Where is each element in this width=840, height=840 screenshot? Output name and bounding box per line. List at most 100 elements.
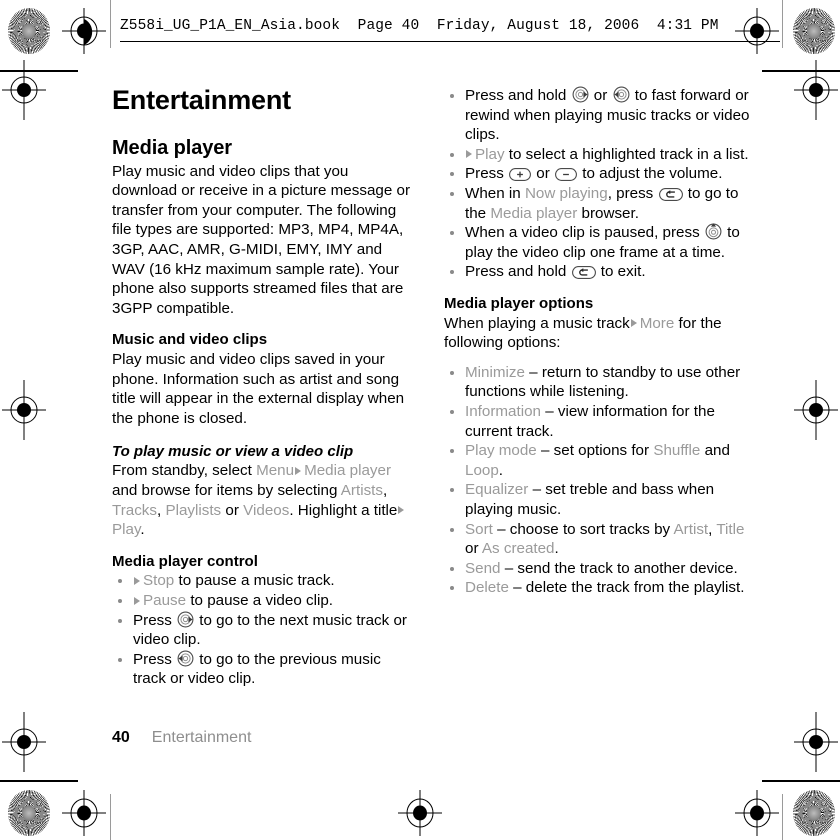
ui-term-sort: Sort	[465, 520, 493, 538]
list-item: Delete – delete the track from the playl…	[444, 578, 750, 598]
to-play-text-3: . Highlight a title	[289, 501, 398, 519]
navigation-key-up-icon	[705, 223, 722, 240]
to-play-period: .	[140, 521, 145, 539]
list-item: When a video clip is paused, press to pl…	[444, 223, 750, 262]
page-title: Entertainment	[112, 85, 291, 115]
navigation-key-right-icon	[572, 86, 589, 103]
ui-term-menu: Menu	[256, 462, 295, 480]
option-sort-mid: ,	[708, 520, 713, 538]
option-play-mode-tail: .	[498, 461, 504, 479]
control-next-pre: Press	[133, 611, 172, 629]
ui-term-delete: Delete	[465, 579, 509, 597]
menu-separator-icon-2	[398, 505, 405, 514]
list-item: Stop to pause a music track.	[112, 571, 412, 591]
control-frame-pre: When a video clip is paused, press	[465, 224, 700, 242]
ui-term-tracks: Tracks	[112, 501, 157, 519]
navigation-key-left-icon	[177, 650, 194, 667]
option-play-mode-mid: and	[704, 442, 730, 460]
page-footer: 40 Entertainment	[112, 729, 251, 747]
list-item: When in Now playing, press to go to the …	[444, 184, 750, 223]
subheading-media-player-options: Media player options	[444, 294, 594, 312]
control-volume-pre: Press	[465, 165, 504, 183]
list-item: Information – view information for the c…	[444, 402, 750, 441]
control-ff-pre: Press and hold	[465, 87, 567, 104]
ui-term-play: Play	[475, 145, 505, 163]
list-item: Press to go to the previous music track …	[112, 650, 412, 689]
option-send-text: – send the track to another device.	[504, 559, 738, 577]
control-volume-post: to adjust the volume.	[582, 165, 723, 183]
option-sort-mid2: or	[465, 540, 479, 558]
ui-term-media-player-browser: Media player	[490, 204, 578, 222]
options-intro-pre: When playing a music track	[444, 314, 630, 332]
control-exit-post: to exit.	[600, 263, 646, 281]
ui-term-title: Title	[716, 520, 745, 538]
media-player-control-list-continued: Press and hold or to fast forward or rew…	[444, 86, 750, 282]
media-player-options-intro: When playing a music track More for the f…	[444, 314, 750, 353]
ui-term-information: Information	[465, 403, 541, 421]
ui-term-videos: Videos	[243, 501, 290, 519]
control-pause-text: to pause a video clip.	[190, 592, 333, 610]
volume-up-key-icon	[509, 168, 532, 182]
to-play-text-1: From standby, select	[112, 462, 252, 480]
ui-term-shuffle: Shuffle	[653, 442, 701, 460]
option-delete-text: – delete the track from the playlist.	[513, 579, 745, 597]
control-stop-text: to pause a music track.	[178, 572, 335, 590]
ui-term-as-created: As created	[481, 540, 555, 558]
menu-separator-icon	[466, 150, 472, 159]
ui-term-minimize: Minimize	[465, 363, 525, 381]
menu-separator-icon	[295, 466, 302, 475]
ui-term-media-player: Media player	[304, 462, 392, 480]
option-sort-tail: .	[554, 540, 559, 558]
ui-term-artist: Artist	[673, 520, 709, 538]
control-now-mid: , press	[607, 184, 654, 202]
ui-term-play: Play	[112, 521, 141, 539]
ui-term-play-mode: Play mode	[465, 442, 537, 460]
list-item: Sort – choose to sort tracks by Artist, …	[444, 520, 750, 559]
control-ff-mid: or	[593, 87, 608, 104]
control-play-text: to select a highlighted track in a list.	[508, 145, 749, 163]
to-play-or: or	[225, 501, 239, 519]
subheading-media-player-control: Media player control	[112, 552, 258, 570]
page-content: Entertainment Media player Play music an…	[0, 0, 840, 840]
ui-term-send: Send	[465, 559, 501, 577]
list-item: Send – send the track to another device.	[444, 559, 750, 579]
back-key-icon	[571, 266, 596, 280]
control-now-browser-rest: browser.	[581, 204, 639, 222]
list-item: Press or to adjust the volume.	[444, 164, 750, 184]
footer-page-number: 40	[112, 729, 130, 746]
control-volume-mid: or	[536, 165, 550, 183]
list-item: Press to go to the next music track or v…	[112, 611, 412, 650]
subheading-to-play-music: To play music or view a video clip	[112, 442, 354, 460]
ui-term-now-playing: Now playing	[524, 184, 608, 202]
ui-term-playlists: Playlists	[165, 501, 222, 519]
media-player-options-list: Minimize – return to standby to use othe…	[444, 363, 750, 598]
control-next-post: to go to the next music track or video c…	[133, 611, 407, 649]
section-heading-media-player: Media player	[112, 136, 232, 159]
control-exit-pre: Press and hold	[465, 263, 567, 281]
column-left: Entertainment Media player Play music an…	[112, 85, 412, 689]
ui-term-loop: Loop	[465, 461, 499, 479]
option-sort-text: – choose to sort tracks by	[497, 520, 671, 538]
to-play-text-2: and browse for items by selecting	[112, 481, 338, 499]
list-item: Press and hold or to fast forward or rew…	[444, 86, 750, 145]
navigation-key-left-icon	[613, 86, 630, 103]
menu-separator-icon	[134, 576, 140, 585]
ui-term-stop: Stop	[143, 572, 175, 590]
control-now-pre: When in	[465, 184, 521, 202]
volume-down-key-icon	[555, 168, 577, 182]
column-right: Press and hold or to fast forward or rew…	[444, 86, 750, 598]
media-player-control-list: Stop to pause a music track. Pause to pa…	[112, 571, 412, 689]
ui-term-pause: Pause	[143, 592, 187, 610]
music-and-video-clips-body: Play music and video clips saved in your…	[112, 351, 405, 427]
list-item: Press and hold to exit.	[444, 262, 750, 282]
to-play-music-body: From standby, select Menu Media player an…	[112, 461, 412, 539]
list-item: Play to select a highlighted track in a …	[444, 145, 750, 165]
menu-separator-icon	[134, 596, 140, 605]
menu-separator-icon	[630, 319, 637, 328]
footer-chapter-label: Entertainment	[151, 729, 252, 746]
ui-term-artists: Artists	[340, 481, 383, 499]
ui-term-more: More	[639, 314, 675, 332]
list-item: Equalizer – set treble and bass when pla…	[444, 480, 750, 519]
control-prev-pre: Press	[133, 650, 172, 668]
subheading-music-and-video-clips: Music and video clips	[112, 331, 268, 349]
